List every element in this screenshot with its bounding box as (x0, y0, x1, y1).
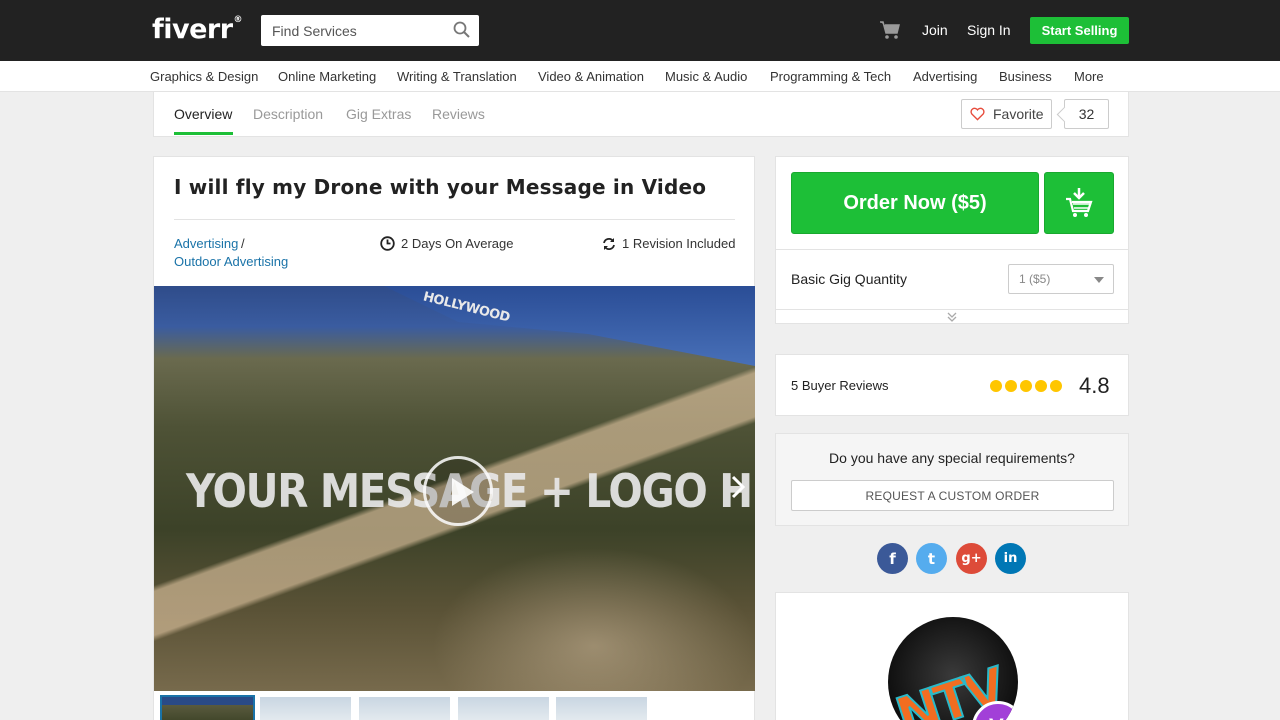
category-nav: Graphics & Design Online Marketing Writi… (0, 61, 1280, 92)
thumbnail[interactable] (359, 697, 450, 720)
star-icon (1005, 380, 1017, 392)
gig-subcategory-link[interactable]: Outdoor Advertising (174, 254, 288, 269)
gig-main-card: I will fly my Drone with your Message in… (153, 156, 755, 720)
special-requirements-question: Do you have any special requirements? (829, 450, 1075, 466)
tab-description[interactable]: Description (253, 106, 323, 122)
revisions-text: 1 Revision Included (622, 236, 736, 251)
category-writing-translation[interactable]: Writing & Translation (397, 69, 517, 84)
star-icon (1050, 380, 1062, 392)
add-to-cart-icon (1066, 188, 1093, 217)
quantity-label: Basic Gig Quantity (791, 271, 907, 287)
star-icon (1020, 380, 1032, 392)
divider (776, 249, 1128, 250)
search-box (261, 15, 479, 46)
delivery-time: 2 Days On Average (380, 236, 514, 251)
refresh-icon (603, 237, 615, 250)
gig-tabs: Overview Description Gig Extras Reviews … (153, 92, 1129, 137)
favorite-button[interactable]: Favorite (961, 99, 1052, 129)
buyer-reviews-label[interactable]: 5 Buyer Reviews (791, 378, 889, 393)
tab-overview[interactable]: Overview (174, 106, 232, 122)
fiverr-logo[interactable]: fiverr® (152, 14, 243, 45)
tab-gig-extras[interactable]: Gig Extras (346, 106, 411, 122)
reviews-card[interactable]: 5 Buyer Reviews 4.8 (775, 354, 1129, 416)
cart-icon[interactable] (879, 20, 901, 40)
twitter-icon[interactable]: t (916, 543, 947, 574)
active-tab-indicator (174, 132, 233, 135)
star-icon (1035, 380, 1047, 392)
play-icon[interactable] (423, 456, 493, 526)
star-icon (990, 380, 1002, 392)
thumbnail[interactable] (160, 695, 255, 720)
linkedin-icon[interactable]: in (995, 543, 1026, 574)
favorite-label: Favorite (993, 106, 1044, 122)
gig-video[interactable]: HOLLYWOOD YOUR MESSAGE + LOGO HERE (154, 286, 755, 691)
custom-order-card: Do you have any special requirements? RE… (775, 433, 1129, 526)
thumbnail[interactable] (556, 697, 647, 720)
sign-in-link[interactable]: Sign In (967, 22, 1011, 38)
category-more[interactable]: More (1074, 69, 1104, 84)
category-business[interactable]: Business (999, 69, 1052, 84)
order-card: Order Now ($5) Basic Gig Quantity 1 ($5) (775, 156, 1129, 324)
category-music-audio[interactable]: Music & Audio (665, 69, 747, 84)
chevron-right-icon[interactable] (730, 474, 746, 500)
seller-card: NTV V (775, 592, 1129, 720)
start-selling-button[interactable]: Start Selling (1030, 17, 1129, 44)
request-custom-order-button[interactable]: REQUEST A CUSTOM ORDER (791, 480, 1114, 511)
revisions-info: 1 Revision Included (602, 236, 735, 251)
join-link[interactable]: Join (922, 22, 948, 38)
quantity-select[interactable]: 1 ($5) (1008, 264, 1114, 294)
delivery-text: 2 Days On Average (401, 236, 514, 251)
rating-stars (990, 380, 1062, 392)
heart-icon (970, 107, 985, 121)
video-thumbnails (154, 695, 755, 720)
thumbnail[interactable] (260, 697, 351, 720)
gig-category-link[interactable]: Advertising (174, 236, 238, 251)
tab-reviews[interactable]: Reviews (432, 106, 485, 122)
title-divider (174, 219, 735, 220)
breadcrumb-separator: / (241, 236, 245, 251)
category-graphics-design[interactable]: Graphics & Design (150, 69, 258, 84)
divider (776, 309, 1128, 310)
category-online-marketing[interactable]: Online Marketing (278, 69, 376, 84)
google-plus-icon[interactable]: g+ (956, 543, 987, 574)
gig-title: I will fly my Drone with your Message in… (174, 175, 707, 199)
favorite-count: 32 (1064, 99, 1109, 129)
facebook-icon[interactable]: f (877, 543, 908, 574)
chevron-double-down-icon[interactable] (946, 311, 958, 323)
clock-icon (380, 236, 395, 251)
category-programming-tech[interactable]: Programming & Tech (770, 69, 891, 84)
add-to-cart-button[interactable] (1044, 172, 1114, 234)
rating-value: 4.8 (1079, 373, 1110, 398)
category-advertising[interactable]: Advertising (913, 69, 977, 84)
order-now-button[interactable]: Order Now ($5) (791, 172, 1039, 234)
category-video-animation[interactable]: Video & Animation (538, 69, 644, 84)
top-header: fiverr® Join Sign In Start Selling (0, 0, 1280, 61)
search-icon[interactable] (453, 21, 470, 38)
thumbnail[interactable] (458, 697, 549, 720)
search-input[interactable] (261, 15, 446, 46)
seller-avatar[interactable]: NTV V (888, 617, 1018, 720)
